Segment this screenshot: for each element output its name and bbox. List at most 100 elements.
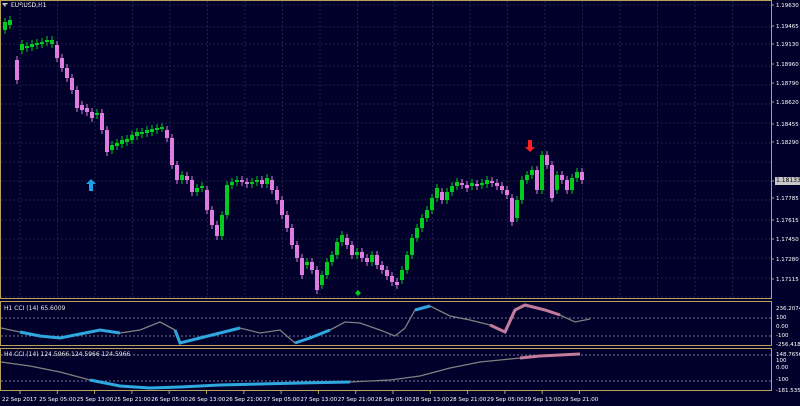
main-chart-frame bbox=[0, 0, 772, 299]
price-chart[interactable]: 1.19630 1.19465 1.19130 1.18960 1.18790 1.186… bbox=[0, 0, 800, 406]
candle bbox=[360, 252, 364, 258]
candle bbox=[470, 183, 474, 186]
candle bbox=[435, 188, 439, 198]
time-tick-label: 28 Sep 05:00 bbox=[375, 397, 412, 403]
candle bbox=[565, 180, 569, 190]
cci-h4-scale-label: -100 bbox=[776, 377, 789, 383]
candle bbox=[55, 45, 59, 58]
time-tick-label: 26 Sep 05:00 bbox=[151, 397, 188, 403]
candle bbox=[240, 180, 244, 182]
candle bbox=[45, 40, 49, 42]
time-tick-label: 28 Sep 13:00 bbox=[412, 397, 449, 403]
time-tick-label: 25 Sep 05:00 bbox=[39, 397, 76, 403]
candles-layer bbox=[3, 16, 584, 294]
candle bbox=[375, 255, 379, 265]
candle bbox=[495, 183, 499, 186]
cci-h1-overbought-segment bbox=[503, 303, 561, 333]
candle bbox=[370, 255, 374, 262]
cci-h4-scale-label: -181.535 bbox=[776, 388, 800, 394]
candle bbox=[490, 181, 494, 183]
cci-h1-oversold-segment bbox=[19, 328, 121, 340]
time-tick-label: 27 Sep 05:00 bbox=[263, 397, 300, 403]
candle bbox=[330, 255, 334, 262]
candle bbox=[455, 182, 459, 186]
candle bbox=[440, 192, 444, 200]
candle bbox=[65, 68, 69, 78]
candle bbox=[400, 270, 404, 280]
candle bbox=[550, 165, 554, 198]
time-tick-label: 26 Sep 21:00 bbox=[226, 397, 263, 403]
candle bbox=[155, 128, 159, 130]
cci-h1-frame bbox=[0, 301, 772, 346]
candle bbox=[420, 218, 424, 228]
candle bbox=[555, 175, 559, 190]
candle bbox=[395, 282, 399, 285]
candle bbox=[480, 183, 484, 185]
candle bbox=[310, 262, 314, 270]
candle bbox=[185, 176, 189, 180]
candle bbox=[35, 43, 39, 45]
candle bbox=[535, 170, 539, 190]
candle bbox=[90, 112, 94, 118]
candle bbox=[525, 175, 529, 180]
time-tick-label: 25 Sep 13:00 bbox=[77, 397, 114, 403]
candle bbox=[275, 190, 279, 200]
time-tick-label: 29 Sep 13:00 bbox=[524, 397, 561, 403]
time-tick-label: 29 Sep 05:00 bbox=[487, 397, 524, 403]
candle bbox=[575, 172, 579, 178]
current-price-badge: 1.18133 bbox=[775, 177, 800, 185]
candle bbox=[515, 200, 519, 218]
cci-h1-label: H1 CCI (14) 65.6009 bbox=[4, 305, 66, 312]
candle bbox=[245, 182, 249, 184]
candle bbox=[500, 186, 504, 190]
cci-h4-scale-label: 100 bbox=[776, 358, 787, 364]
candle bbox=[475, 184, 479, 186]
candle bbox=[15, 60, 19, 80]
candle bbox=[300, 258, 304, 275]
candle bbox=[255, 180, 259, 182]
candle bbox=[200, 186, 204, 188]
candle bbox=[165, 130, 169, 138]
candle bbox=[305, 262, 309, 265]
candle bbox=[130, 135, 134, 140]
candle bbox=[180, 175, 184, 180]
candle bbox=[115, 143, 119, 146]
candle bbox=[340, 235, 344, 242]
candle bbox=[210, 210, 214, 225]
candle bbox=[40, 42, 44, 44]
candle bbox=[430, 198, 434, 210]
candle bbox=[280, 200, 284, 215]
price-tick-label: 1.18290 bbox=[776, 140, 799, 146]
candle bbox=[20, 44, 24, 50]
candle bbox=[80, 105, 84, 110]
candle bbox=[145, 130, 149, 133]
candle bbox=[365, 258, 369, 262]
candle bbox=[580, 172, 584, 180]
time-tick-label: 29 Sep 21:00 bbox=[562, 397, 599, 403]
sell-arrow-icon bbox=[525, 140, 535, 152]
candle bbox=[95, 113, 99, 115]
candle bbox=[70, 78, 74, 90]
candle bbox=[205, 190, 209, 210]
cci-h4-scale-label: 0.00 bbox=[776, 365, 789, 371]
cci-h4-overbought-segment bbox=[519, 352, 581, 360]
candle bbox=[415, 228, 419, 238]
candle bbox=[460, 183, 464, 185]
cci-h1-scale-label: 236.2074 bbox=[776, 306, 800, 312]
cci-h4-label: H4 CCI (14) 124.5966 124.5966 124.5966 bbox=[4, 351, 131, 358]
time-tick-label: 27 Sep 21:00 bbox=[338, 397, 375, 403]
candle bbox=[410, 238, 414, 255]
candle bbox=[190, 180, 194, 192]
candle bbox=[230, 182, 234, 185]
time-axis: 22 Sep 2017 25 Sep 05:00 25 Sep 13:00 25 Se… bbox=[2, 391, 599, 403]
candle bbox=[110, 145, 114, 150]
price-tick-label: 1.17615 bbox=[776, 218, 799, 224]
cci-h1-scale-label: 0.00 bbox=[776, 324, 789, 330]
candle bbox=[160, 127, 164, 129]
candle bbox=[60, 58, 64, 68]
candle bbox=[250, 182, 254, 184]
candle bbox=[405, 255, 409, 270]
candle bbox=[325, 262, 329, 275]
candle bbox=[100, 113, 104, 130]
candle bbox=[175, 165, 179, 180]
